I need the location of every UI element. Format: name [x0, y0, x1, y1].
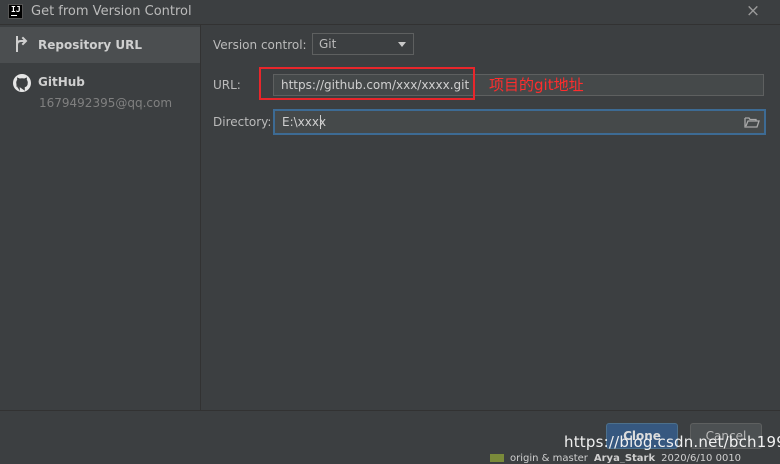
- author-text: Arya_Stark: [593, 453, 656, 463]
- close-icon[interactable]: ×: [744, 1, 762, 21]
- window-title: Get from Version Control: [31, 4, 192, 19]
- url-label: URL:: [213, 78, 241, 92]
- github-account-email: 1679492395@qq.com: [39, 96, 173, 110]
- vcs-branch-icon: [12, 35, 30, 56]
- annotation-text: 项目的git地址: [489, 76, 584, 94]
- version-control-value: Git: [319, 37, 337, 51]
- folder-icon[interactable]: [744, 115, 760, 132]
- watermark: https://blog.csdn.net/bch1991: [564, 433, 780, 451]
- intellij-logo-icon: IJ: [8, 4, 23, 19]
- sidebar-item-label: Repository URL: [38, 38, 142, 52]
- annotation-highlight-box: [259, 67, 475, 100]
- github-icon: [12, 73, 32, 96]
- vcs-log-icon: [490, 454, 504, 462]
- version-control-label: Version control:: [213, 38, 307, 52]
- background-ide-strip: origin & master Arya_Stark 2020/6/10 0010: [490, 452, 780, 463]
- directory-input[interactable]: E:\xxxx: [273, 109, 766, 135]
- sidebar-item-github[interactable]: GitHub 1679492395@qq.com: [0, 67, 200, 115]
- date-text: 2020/6/10 0010: [661, 453, 742, 463]
- chevron-down-icon: [398, 42, 406, 47]
- sidebar-item-repository-url[interactable]: Repository URL: [0, 27, 200, 63]
- branch-text: origin & master: [510, 453, 588, 463]
- sidebar-item-label: GitHub: [38, 75, 85, 89]
- sidebar: Repository URL GitHub 1679492395@qq.com: [0, 25, 201, 410]
- directory-label: Directory:: [213, 115, 272, 129]
- title-bar: IJ Get from Version Control ×: [0, 0, 780, 25]
- version-control-select[interactable]: Git: [312, 33, 414, 55]
- text-caret: [320, 115, 321, 129]
